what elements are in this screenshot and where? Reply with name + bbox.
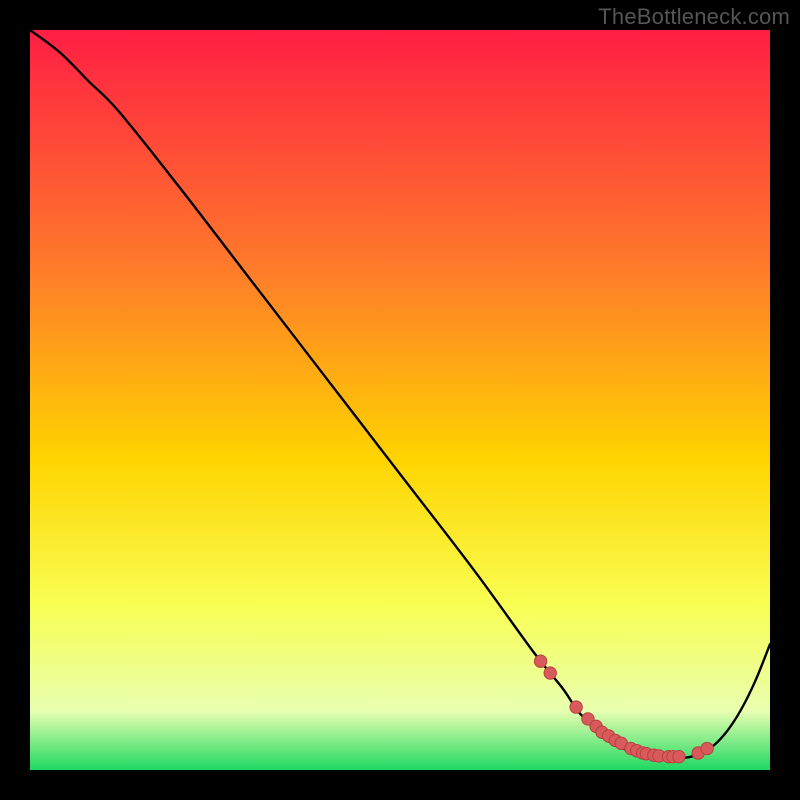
marker-dot: [570, 701, 582, 713]
chart-frame: TheBottleneck.com: [0, 0, 800, 800]
gradient-background: [30, 30, 770, 770]
plot-area: [30, 30, 770, 770]
marker-dot: [544, 667, 556, 679]
watermark-text: TheBottleneck.com: [598, 4, 790, 30]
bottleneck-chart: [30, 30, 770, 770]
marker-dot: [673, 750, 685, 762]
marker-dot: [534, 655, 546, 667]
marker-dot: [701, 742, 713, 754]
